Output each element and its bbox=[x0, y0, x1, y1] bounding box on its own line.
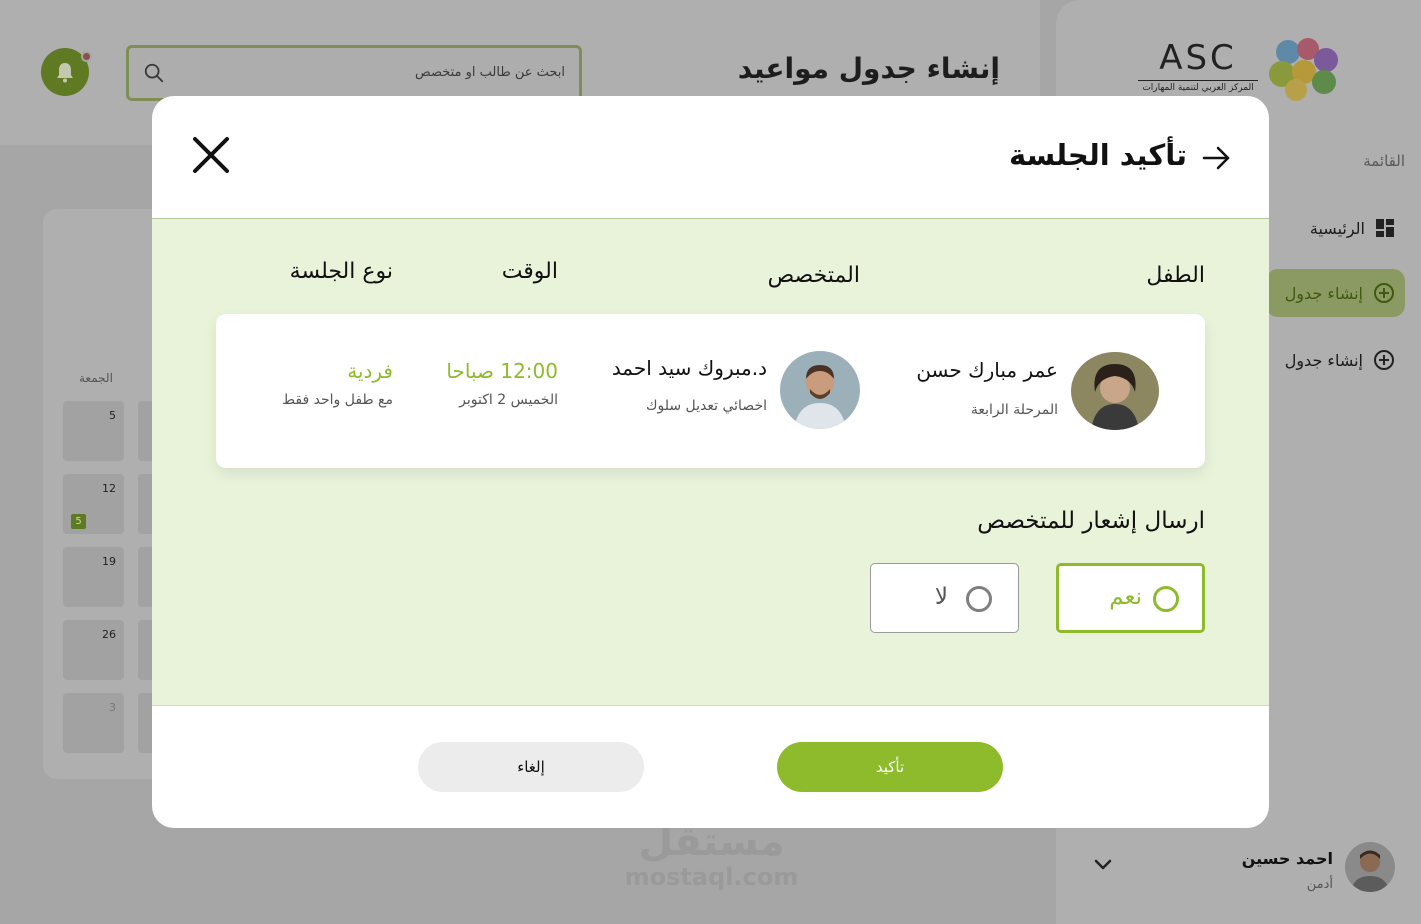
day-number: 12 bbox=[102, 482, 116, 495]
search-placeholder: ابحث عن طالب او متخصص bbox=[415, 65, 565, 80]
search-input[interactable]: ابحث عن طالب او متخصص bbox=[126, 45, 582, 101]
child-name: عمر مبارك حسن bbox=[916, 358, 1058, 382]
notification-dot bbox=[81, 51, 92, 62]
specialist-name: د.مبروك سيد احمد bbox=[611, 356, 767, 380]
dialog-header: تأكيد الجلسة bbox=[152, 96, 1269, 219]
specialist-title: اخصائي تعديل سلوك bbox=[645, 398, 767, 414]
column-header-time: الوقت bbox=[501, 259, 558, 284]
sidebar-item-create-schedule[interactable]: إنشاء جدول bbox=[1266, 269, 1405, 317]
column-header-session-type: نوع الجلسة bbox=[289, 259, 393, 284]
column-header-specialist: المتخصص bbox=[767, 263, 860, 288]
calendar-day-cell[interactable]: 3 bbox=[63, 693, 124, 753]
profile-name: احمد حسين bbox=[1241, 849, 1333, 868]
search-icon bbox=[144, 63, 164, 83]
logo: ASC المركز العربي لتنمية المهارات bbox=[1138, 38, 1343, 104]
plus-circle-icon bbox=[1374, 283, 1394, 303]
bell-icon bbox=[57, 63, 73, 83]
notify-no-option[interactable]: لا bbox=[870, 563, 1019, 633]
session-type-note: مع طفل واحد فقط bbox=[282, 392, 393, 408]
session-date: الخميس 2 اكتوبر bbox=[459, 392, 558, 408]
watermark: مستقل mostaql.com bbox=[624, 820, 799, 890]
avatar-image bbox=[1345, 842, 1395, 892]
logo-subtitle: المركز العربي لتنمية المهارات bbox=[1138, 80, 1258, 93]
dashboard-icon bbox=[1376, 219, 1394, 237]
confirm-session-dialog: تأكيد الجلسة الطفل المتخصص الوقت نوع الج… bbox=[152, 96, 1269, 828]
calendar-day-cell[interactable]: 19 bbox=[63, 547, 124, 607]
option-label: لا bbox=[934, 584, 948, 610]
session-type: فردية bbox=[347, 359, 393, 383]
sidebar-item-home[interactable]: الرئيسية bbox=[1310, 204, 1405, 252]
profile-role: أدمن bbox=[1306, 877, 1333, 892]
column-header-child: الطفل bbox=[1146, 263, 1205, 288]
child-avatar bbox=[1071, 352, 1159, 430]
option-label: نعم bbox=[1109, 584, 1142, 610]
logo-text: ASC bbox=[1159, 38, 1237, 78]
day-number: 5 bbox=[109, 409, 116, 422]
calendar-day-cell[interactable]: 26 bbox=[63, 620, 124, 680]
session-time: 12:00 صباحا bbox=[446, 359, 558, 383]
specialist-photo bbox=[780, 351, 860, 429]
sidebar-item-label: الرئيسية bbox=[1309, 218, 1365, 238]
chevron-down-icon[interactable] bbox=[1093, 858, 1113, 872]
day-number: 26 bbox=[102, 628, 116, 641]
radio-circle-icon bbox=[1153, 586, 1179, 612]
calendar-day-cell[interactable]: 5 bbox=[63, 401, 124, 461]
child-level: المرحلة الرابعة bbox=[970, 402, 1058, 418]
sidebar-item-create-schedule-2[interactable]: إنشاء جدول bbox=[1285, 336, 1405, 384]
child-photo bbox=[1071, 352, 1159, 430]
close-icon[interactable] bbox=[190, 134, 232, 176]
calendar-day-name: الجمعة bbox=[79, 371, 113, 385]
session-summary-card: عمر مبارك حسن المرحلة الرابعة د.مبروك سي… bbox=[216, 314, 1205, 468]
cancel-button[interactable]: إلغاء bbox=[418, 742, 644, 792]
radio-circle-icon bbox=[966, 586, 992, 612]
sidebar-item-label: إنشاء جدول bbox=[1284, 350, 1363, 370]
dialog-title: تأكيد الجلسة bbox=[1009, 138, 1187, 172]
watermark-url: mostaql.com bbox=[624, 863, 799, 891]
day-number: 3 bbox=[109, 701, 116, 714]
specialist-avatar bbox=[780, 351, 860, 429]
notify-yes-option[interactable]: نعم bbox=[1056, 563, 1205, 633]
confirm-button[interactable]: تأكيد bbox=[777, 742, 1003, 792]
sidebar-item-label: إنشاء جدول bbox=[1284, 283, 1363, 303]
menu-caption: القائمة bbox=[1363, 152, 1405, 170]
plus-circle-icon bbox=[1374, 350, 1394, 370]
dialog-body: الطفل المتخصص الوقت نوع الجلسة عمر مبارك… bbox=[152, 219, 1269, 706]
session-count-badge: 5 bbox=[71, 514, 86, 529]
arrow-right-icon[interactable] bbox=[1201, 143, 1231, 173]
profile-avatar[interactable] bbox=[1345, 842, 1395, 892]
page-title: إنشاء جدول مواعيد bbox=[737, 52, 1000, 85]
notify-specialist-label: ارسال إشعار للمتخصص bbox=[977, 508, 1205, 534]
day-number: 19 bbox=[102, 555, 116, 568]
brain-logo-icon bbox=[1269, 38, 1338, 101]
calendar-day-cell[interactable]: 12 5 bbox=[63, 474, 124, 534]
